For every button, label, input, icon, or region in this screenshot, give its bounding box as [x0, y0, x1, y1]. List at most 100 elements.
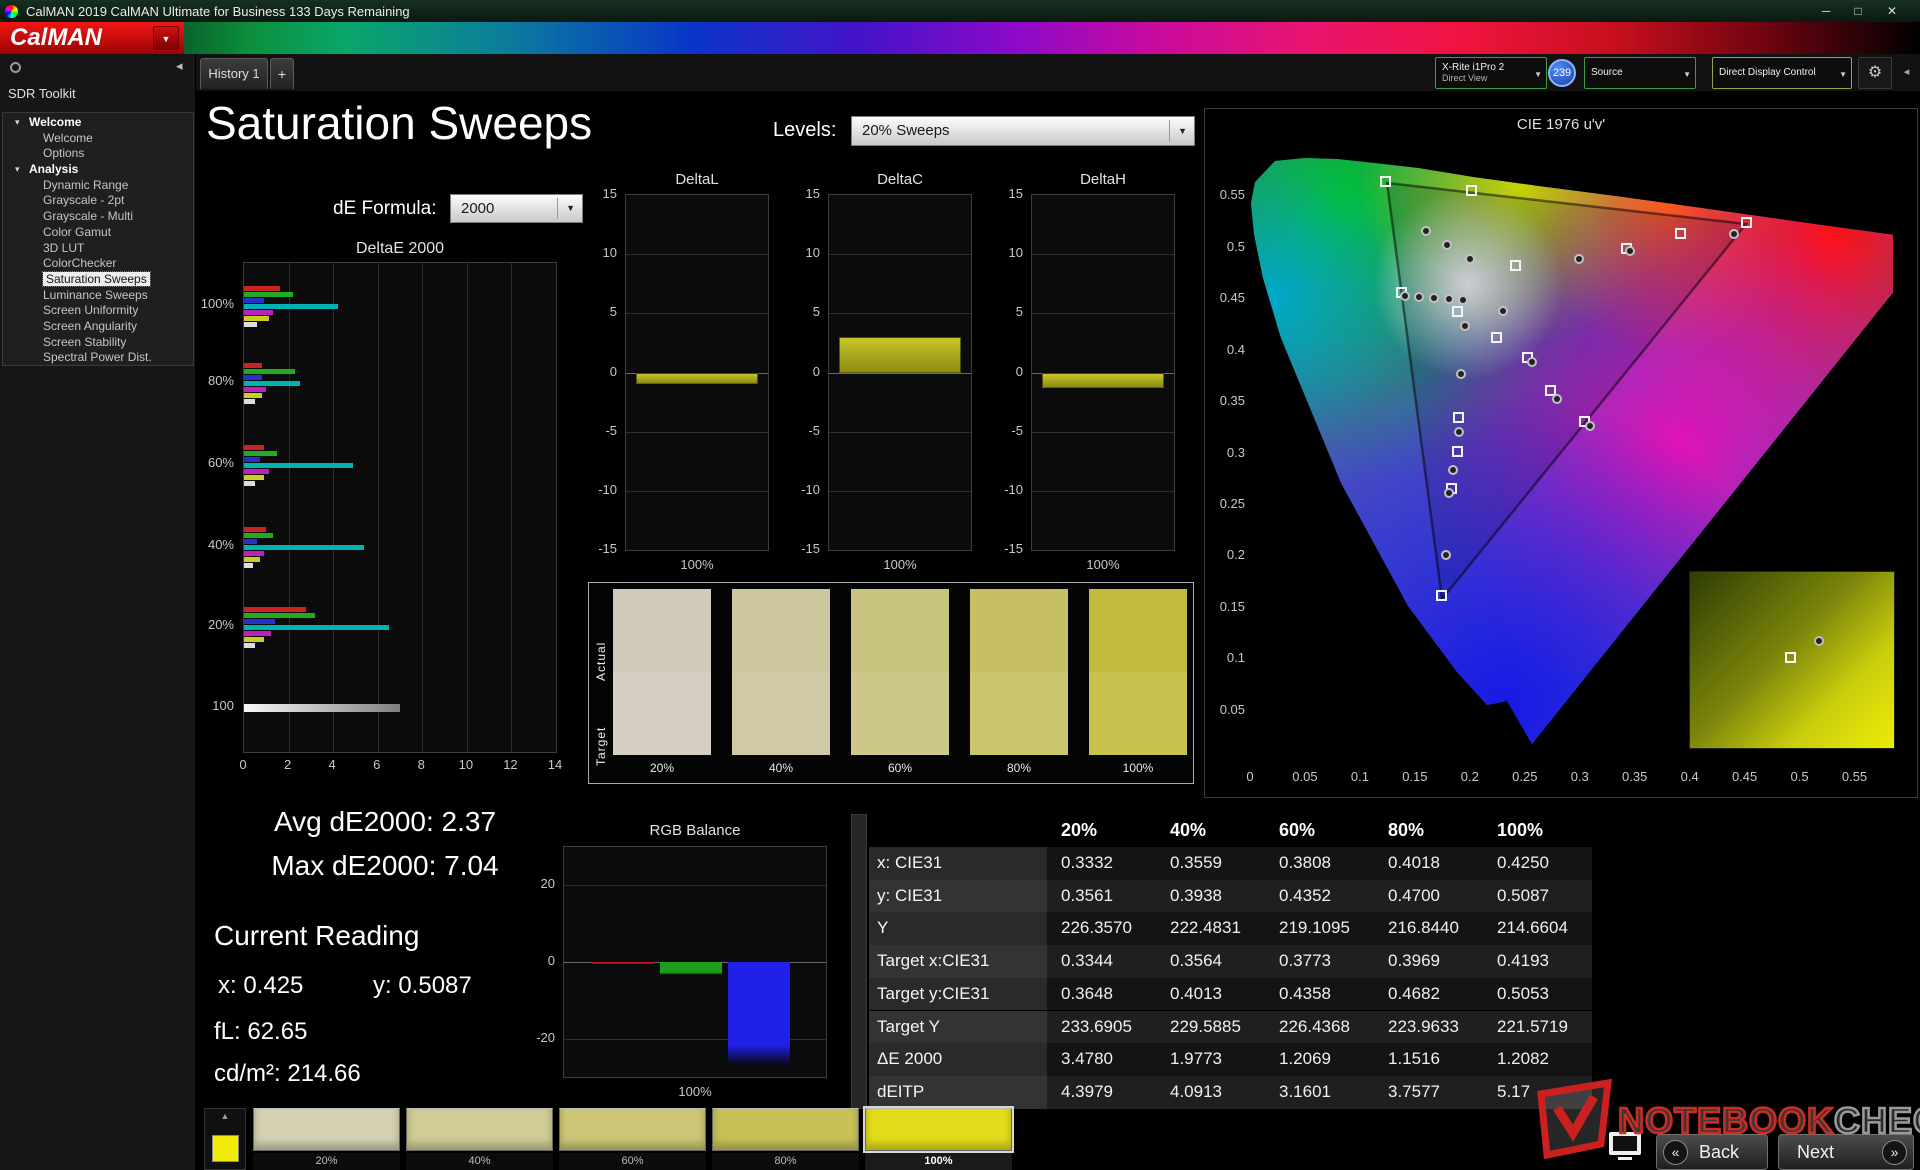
app-icon — [5, 4, 18, 18]
table-row: Target y:CIE31 0.3648 0.4013 0.4358 0.4682 0.… — [869, 977, 1592, 1011]
level-swatch-40[interactable] — [406, 1108, 553, 1151]
cie-target-marker — [1436, 590, 1448, 602]
sidebar-item-colorchecker[interactable]: ColorChecker — [3, 256, 193, 272]
sidebar-item-screen-angularity[interactable]: Screen Angularity — [3, 319, 193, 335]
collapse-panel-icon[interactable]: ◂ — [1895, 57, 1918, 89]
de-bar — [244, 450, 278, 456]
green-channel-bar — [660, 962, 722, 976]
gear-icon[interactable]: ⚙ — [1858, 57, 1892, 89]
logo-menu-button[interactable]: ▼ — [153, 26, 179, 50]
sidebar-item-analysis[interactable]: ▾ Analysis — [3, 162, 193, 178]
de-bar — [244, 456, 260, 462]
cie-measured-marker — [1573, 254, 1584, 265]
add-tab-button[interactable]: + — [270, 58, 294, 89]
minimize-button[interactable]: ─ — [1812, 0, 1840, 22]
back-button-label: Back — [1699, 1142, 1740, 1162]
axis-tick-label: 0 — [1246, 769, 1254, 784]
actual-color — [970, 589, 1068, 672]
axis-tick-label: 0.3 — [1226, 444, 1245, 460]
close-button[interactable]: ✕ — [1878, 0, 1906, 22]
de-bar — [244, 538, 258, 544]
maximize-button[interactable]: □ — [1844, 0, 1872, 22]
de-bar — [244, 562, 253, 568]
axis-tick-label: 0.5 — [1226, 238, 1245, 254]
table-cell: 216.8440 — [1374, 912, 1483, 946]
table-cell: 0.3559 — [1156, 847, 1265, 880]
swatch-percent-label: 20% — [649, 761, 675, 775]
spectrum-banner — [0, 22, 1920, 54]
sidebar-item-label: Luminance Sweeps — [43, 287, 148, 302]
table-cell: 1.2082 — [1483, 1043, 1592, 1076]
row-label: dEITP — [869, 1075, 1047, 1109]
current-patch-swatch — [212, 1135, 239, 1162]
back-button[interactable]: « Back — [1656, 1134, 1768, 1170]
row-label: Y — [869, 912, 1047, 946]
sidebar-item-grayscale-multi[interactable]: Grayscale - Multi — [3, 209, 193, 225]
sidebar-item-spectral-power-dist-[interactable]: Spectral Power Dist. — [3, 350, 193, 366]
next-button[interactable]: Next » — [1778, 1134, 1914, 1170]
chevron-down-icon: ▼ — [1178, 126, 1187, 136]
de-bar — [244, 315, 269, 321]
sidebar-item-welcome[interactable]: Welcome — [3, 131, 193, 147]
table-cell: 0.3773 — [1265, 945, 1374, 978]
cie-measured-marker — [1551, 394, 1562, 405]
current-reading-heading: Current Reading — [214, 920, 420, 951]
axis-tick-label: 5 — [609, 304, 617, 320]
tab-history-1[interactable]: History 1 — [200, 58, 268, 89]
axis-tick-label: 0 — [1015, 363, 1023, 379]
sidebar-item-screen-uniformity[interactable]: Screen Uniformity — [3, 303, 193, 319]
de-bar — [244, 321, 258, 327]
levels-dropdown[interactable]: 20% Sweeps ▼ — [851, 116, 1195, 146]
axis-tick-label: 6 — [373, 757, 381, 772]
sidebar-item-screen-stability[interactable]: Screen Stability — [3, 335, 193, 351]
row-label: Target Y — [869, 1010, 1047, 1044]
sidebar-item-saturation-sweeps[interactable]: Saturation Sweeps — [3, 270, 193, 288]
gridline — [829, 372, 971, 374]
pattern-count-badge[interactable]: 239 — [1548, 59, 1576, 87]
cie-diagram-panel: CIE 1976 u'v' 0 0.05 0.1 0.15 0.2 0.25 0… — [1204, 108, 1920, 798]
axis-tick-label: -10 — [1004, 481, 1023, 497]
gridline — [1032, 254, 1174, 256]
de-bar — [244, 468, 269, 474]
source-dropdown[interactable]: Source ▼ — [1584, 57, 1696, 89]
axis-tick-label: 0.55 — [1841, 769, 1868, 784]
meter-dropdown[interactable]: X-Rite i1Pro 2 Direct View ▼ — [1435, 57, 1547, 89]
axis-tick-label: 14 — [547, 757, 563, 772]
display-icon[interactable] — [1606, 1128, 1644, 1166]
sidebar-item-welcome[interactable]: ▾ Welcome — [3, 115, 193, 131]
level-swatch-label: 80% — [712, 1153, 859, 1170]
sidebar-item-3d-lut[interactable]: 3D LUT — [3, 241, 193, 257]
target-color — [613, 672, 711, 755]
sidebar-item-dynamic-range[interactable]: Dynamic Range — [3, 178, 193, 194]
gridline — [422, 263, 424, 752]
table-cell: 0.5087 — [1483, 879, 1592, 913]
level-swatch-20[interactable] — [253, 1108, 400, 1151]
display-control-dropdown[interactable]: Direct Display Control ▼ — [1712, 57, 1852, 89]
axis-tick-label: 5 — [1015, 304, 1023, 320]
cie-measured-marker — [1453, 426, 1464, 437]
sidebar-item-color-gamut[interactable]: Color Gamut — [3, 225, 193, 241]
sidebar-item-options[interactable]: Options — [3, 146, 193, 162]
actual-color — [1089, 589, 1187, 672]
level-swatch-100[interactable] — [863, 1106, 1014, 1153]
sidebar-item-grayscale-2pt[interactable]: Grayscale - 2pt — [3, 193, 193, 209]
sidebar-item-label: Grayscale - Multi — [43, 209, 134, 224]
axis-tick-label: 0.2 — [1460, 769, 1479, 784]
sidebar-item-luminance-sweeps[interactable]: Luminance Sweeps — [3, 288, 193, 304]
sidebar-item-label: Screen Angularity — [43, 318, 138, 333]
level-swatch-label: 20% — [253, 1153, 400, 1170]
axis-tick-label: 0.1 — [1226, 650, 1245, 666]
de-bar — [244, 642, 256, 648]
deltal-x-label: 100% — [680, 557, 714, 572]
current-patch-box: ▲ — [204, 1108, 246, 1170]
level-swatch-60[interactable] — [559, 1108, 706, 1151]
sidebar-collapse-icon[interactable]: ◂ — [176, 58, 183, 74]
axis-tick-label: 10 — [458, 757, 474, 772]
de-formula-label: dE Formula: — [333, 198, 437, 219]
up-arrow-icon[interactable]: ▲ — [205, 1111, 245, 1121]
level-swatch-80[interactable] — [712, 1108, 859, 1151]
axis-tick-label: 10 — [805, 245, 820, 261]
actual-row-label: Actual — [594, 641, 608, 681]
table-cell: 214.6604 — [1483, 912, 1592, 946]
de-formula-dropdown[interactable]: 2000 ▼ — [450, 194, 583, 223]
